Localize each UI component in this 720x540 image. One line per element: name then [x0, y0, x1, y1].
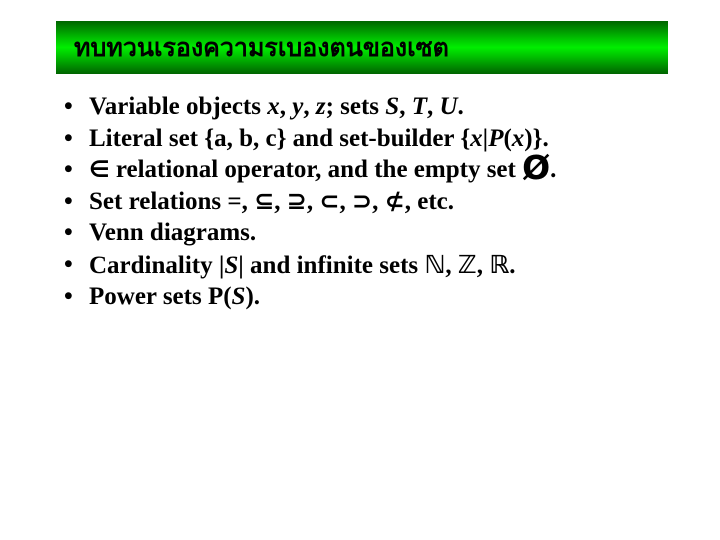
bullet-text: Variable objects x, y, z; sets S, T, U.: [89, 93, 464, 120]
bullet-list: Variable objects x, y, z; sets S, T, U. L…: [56, 92, 660, 313]
bullet-text: Set relations =, ⊆, ⊇, ⊂, ⊃, ⊄, etc.: [89, 186, 454, 215]
bullet-text: Literal set {a, b, c} and set-builder {x…: [89, 124, 549, 152]
bullet-item-literal-and-set-builder: Literal set {a, b, c} and set-builder {x…: [56, 124, 660, 155]
slide: ทบทวนเรองความรเบองตนของเซต Variable obje…: [0, 0, 720, 540]
bullet-text: Power sets P(S).: [89, 283, 261, 310]
bullet-item-power-sets: Power sets P(S).: [56, 282, 660, 313]
bullet-item-variable-objects: Variable objects x, y, z; sets S, T, U.: [56, 92, 660, 123]
bullet-item-cardinality-and-infinite-sets: Cardinality |S| and infinite sets ℕ, ℤ, …: [56, 250, 660, 282]
bullet-item-set-relations: Set relations =, ⊆, ⊇, ⊂, ⊃, ⊄, etc.: [56, 187, 660, 218]
bullet-text: Cardinality |S| and infinite sets ℕ, ℤ, …: [89, 249, 516, 279]
slide-body: Variable objects x, y, z; sets S, T, U. L…: [56, 92, 660, 512]
bullet-item-membership-and-empty-set: ∈ relational operator, and the empty set…: [56, 148, 660, 187]
slide-title: ทบทวนเรองความรเบองตนของเซต: [74, 33, 449, 62]
bullet-text: ∈ relational operator, and the empty set…: [89, 148, 557, 187]
bullet-text: Venn diagrams.: [89, 219, 257, 246]
bullet-item-venn-diagrams: Venn diagrams.: [56, 218, 660, 249]
title-bar: ทบทวนเรองความรเบองตนของเซต: [56, 21, 668, 74]
